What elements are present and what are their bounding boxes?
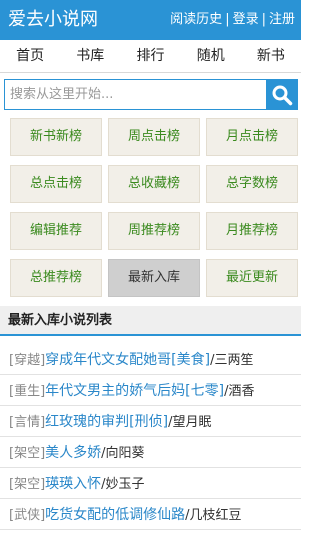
list-item: [架空]美人多娇/向阳葵 — [0, 438, 301, 468]
book-category: [架空] — [9, 446, 46, 461]
book-title-link[interactable]: 穿成年代文女配她哥[美食] — [45, 352, 210, 368]
top-links: 阅读历史 | 登录 | 注册 — [170, 12, 295, 28]
book-title-link[interactable]: 年代文男主的娇气后妈[七零] — [45, 383, 224, 399]
book-author: 向阳葵 — [105, 446, 145, 461]
book-title-link[interactable]: 美人多娇 — [45, 445, 101, 461]
list-item: [武侠]吃货女配的低调修仙路/几枝红豆 — [0, 500, 301, 530]
nav-item-library[interactable]: 书库 — [60, 40, 120, 72]
book-author: 望月眠 — [172, 415, 212, 430]
search-bar — [4, 79, 298, 110]
ranking-button-editor-picks[interactable]: 编辑推荐 — [10, 212, 102, 250]
nav-item-home[interactable]: 首页 — [0, 40, 60, 72]
book-author: 妙玉子 — [105, 477, 145, 492]
book-author: 三两笙 — [214, 353, 254, 368]
ranking-button-weekly-clicks[interactable]: 周点击榜 — [108, 118, 200, 156]
list-item: [重生]年代文男主的娇气后妈[七零]/酒香 — [0, 376, 301, 406]
list-item: [言情]红玫瑰的审判[刑侦]/望月眠 — [0, 407, 301, 437]
ranking-button-new-books[interactable]: 新书新榜 — [10, 118, 102, 156]
search-button[interactable] — [266, 80, 297, 109]
book-category: [穿越] — [9, 353, 46, 368]
ranking-button-recent-updates[interactable]: 最近更新 — [206, 259, 298, 297]
main-nav: 首页 书库 排行 随机 新书 — [0, 40, 301, 73]
link-separator: | — [225, 12, 230, 27]
ranking-button-latest-added[interactable]: 最新入库 — [108, 259, 200, 297]
book-category: [言情] — [9, 415, 46, 430]
nav-item-ranking[interactable]: 排行 — [120, 40, 180, 72]
reading-history-link[interactable]: 阅读历史 — [170, 12, 222, 27]
book-author: 几枝红豆 — [189, 508, 242, 523]
book-title-link[interactable]: 红玫瑰的审判[刑侦] — [45, 414, 168, 430]
ranking-button-total-clicks[interactable]: 总点击榜 — [10, 165, 102, 203]
ranking-button-total-favorites[interactable]: 总收藏榜 — [108, 165, 200, 203]
login-link[interactable]: 登录 — [233, 12, 259, 27]
search-icon — [272, 85, 292, 105]
book-category: [架空] — [9, 477, 46, 492]
book-title-link[interactable]: 瑛瑛入怀 — [45, 476, 101, 492]
ranking-button-total-recommend[interactable]: 总推荐榜 — [10, 259, 102, 297]
book-category: [重生] — [9, 384, 46, 399]
list-item: [穿越]穿成年代文女配她哥[美食]/三两笙 — [0, 345, 301, 375]
nav-item-new-books[interactable]: 新书 — [241, 40, 301, 72]
ranking-button-total-words[interactable]: 总字数榜 — [206, 165, 298, 203]
ranking-button-monthly-clicks[interactable]: 月点击榜 — [206, 118, 298, 156]
link-separator: | — [261, 12, 266, 27]
nav-item-random[interactable]: 随机 — [181, 40, 241, 72]
register-link[interactable]: 注册 — [269, 12, 295, 27]
book-category: [武侠] — [9, 508, 46, 523]
search-input[interactable] — [5, 80, 267, 109]
ranking-button-weekly-recommend[interactable]: 周推荐榜 — [108, 212, 200, 250]
book-author: 酒香 — [228, 384, 255, 399]
site-logo[interactable]: 爱去小说网 — [8, 9, 98, 31]
section-title: 最新入库小说列表 — [0, 306, 301, 336]
list-item: [架空]瑛瑛入怀/妙玉子 — [0, 469, 301, 499]
book-title-link[interactable]: 吃货女配的低调修仙路 — [45, 507, 185, 523]
ranking-button-monthly-recommend[interactable]: 月推荐榜 — [206, 212, 298, 250]
site-header: 爱去小说网 阅读历史 | 登录 | 注册 — [0, 0, 301, 40]
